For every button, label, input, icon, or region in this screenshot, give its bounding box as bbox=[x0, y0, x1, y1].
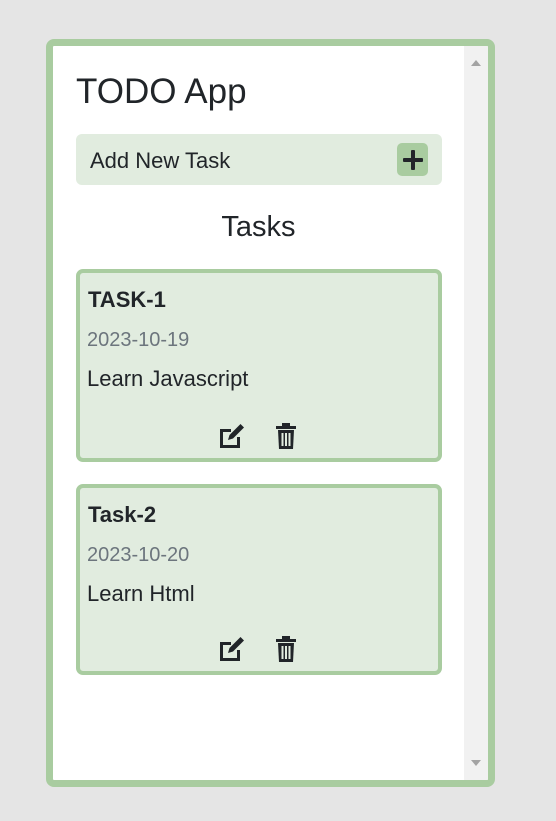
scroll-down-arrow-icon[interactable] bbox=[471, 760, 481, 766]
tasks-heading: Tasks bbox=[221, 211, 296, 243]
task-title: Task-2 bbox=[88, 502, 157, 527]
task-description: Learn Javascript bbox=[87, 366, 249, 391]
app-content: TODO App Add New Task Tasks TASK-1 2023-… bbox=[53, 46, 464, 780]
task-card: Task-2 2023-10-20 Learn Html bbox=[76, 484, 442, 675]
scroll-up-arrow-icon[interactable] bbox=[471, 60, 481, 66]
app-container: TODO App Add New Task Tasks TASK-1 2023-… bbox=[46, 39, 495, 787]
task-actions bbox=[218, 635, 300, 663]
task-list: TASK-1 2023-10-19 Learn Javascript Task-… bbox=[76, 269, 442, 697]
trash-icon bbox=[276, 423, 296, 449]
delete-button[interactable] bbox=[272, 635, 300, 663]
edit-button[interactable] bbox=[218, 635, 246, 663]
edit-icon bbox=[220, 637, 244, 661]
vertical-scrollbar[interactable] bbox=[464, 46, 488, 780]
add-task-label: Add New Task bbox=[90, 148, 231, 173]
task-actions bbox=[218, 422, 300, 450]
app-title: TODO App bbox=[76, 72, 247, 111]
edit-icon bbox=[220, 424, 244, 448]
task-card: TASK-1 2023-10-19 Learn Javascript bbox=[76, 269, 442, 462]
task-description: Learn Html bbox=[87, 581, 195, 606]
task-date: 2023-10-20 bbox=[87, 544, 190, 566]
edit-button[interactable] bbox=[218, 422, 246, 450]
delete-button[interactable] bbox=[272, 422, 300, 450]
add-task-button[interactable] bbox=[397, 143, 428, 176]
task-title: TASK-1 bbox=[88, 287, 166, 312]
plus-icon bbox=[402, 149, 423, 170]
task-date: 2023-10-19 bbox=[87, 329, 190, 351]
trash-icon bbox=[276, 636, 296, 662]
add-task-bar[interactable]: Add New Task bbox=[76, 134, 442, 185]
